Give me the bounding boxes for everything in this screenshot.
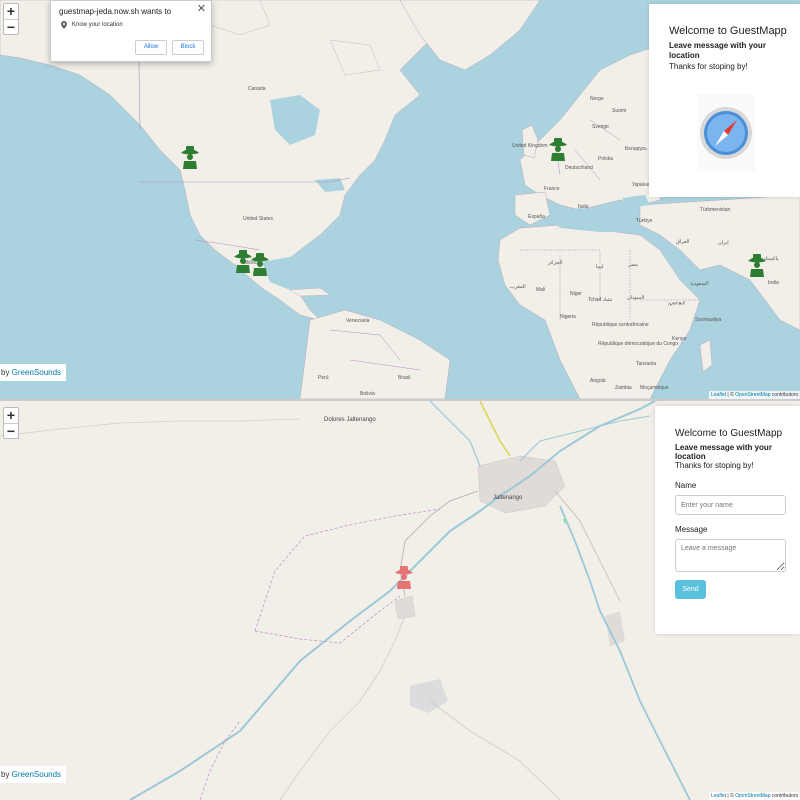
- welcome-card: Welcome to GuestMapp Leave message with …: [649, 4, 800, 197]
- name-input[interactable]: [675, 495, 786, 515]
- map-attribution: Leaflet | © OpenStreetMap contributors: [709, 792, 800, 800]
- name-label: Name: [675, 481, 697, 490]
- message-label: Message: [675, 525, 708, 534]
- credit-prefix: by: [1, 368, 12, 377]
- current-location-marker-icon[interactable]: [395, 566, 413, 589]
- zoom-in-button[interactable]: +: [4, 408, 18, 423]
- send-button[interactable]: Send: [675, 580, 706, 599]
- osm-link[interactable]: OpenStreetMap: [735, 793, 770, 799]
- welcome-subtitle: Leave message with your location: [669, 41, 766, 60]
- bottom-zoom-control: + −: [3, 407, 19, 439]
- zoom-out-button[interactable]: −: [4, 423, 18, 438]
- attribution-separator: | ©: [726, 793, 736, 799]
- attribution-suffix: contributors: [770, 793, 798, 799]
- guest-marker-icon[interactable]: [251, 253, 269, 276]
- leaflet-link[interactable]: Leaflet: [711, 793, 726, 799]
- welcome-thanks: Thanks for stoping by!: [675, 461, 754, 470]
- credit-box: by GreenSounds: [0, 364, 67, 381]
- close-icon[interactable]: ✕: [197, 2, 206, 15]
- leaflet-link[interactable]: Leaflet: [711, 392, 726, 398]
- greensounds-link[interactable]: GreenSounds: [12, 368, 61, 377]
- welcome-thanks: Thanks for stoping by!: [669, 62, 748, 71]
- map-attribution: Leaflet | © OpenStreetMap contributors: [709, 391, 800, 399]
- safari-compass-icon: [697, 94, 755, 172]
- message-textarea[interactable]: [675, 539, 786, 572]
- welcome-subtitle: Leave message with your location: [675, 443, 772, 461]
- local-map[interactable]: Dolores Jaltenango Jaltenango + − Welcom…: [0, 401, 800, 800]
- guest-marker-icon[interactable]: [234, 250, 252, 273]
- welcome-title: Welcome to GuestMapp: [675, 428, 783, 439]
- zoom-out-button[interactable]: −: [4, 19, 18, 34]
- osm-link[interactable]: OpenStreetMap: [735, 392, 770, 398]
- guestbook-form-card: Welcome to GuestMapp Leave message with …: [655, 406, 800, 634]
- attribution-separator: | ©: [726, 392, 736, 398]
- prompt-permission-text: Know your location: [72, 22, 123, 28]
- greensounds-link[interactable]: GreenSounds: [12, 770, 61, 779]
- allow-button[interactable]: Allow: [135, 40, 167, 55]
- location-pin-icon: [61, 21, 67, 29]
- guest-marker-icon[interactable]: [549, 138, 567, 161]
- top-zoom-control: + −: [3, 3, 19, 35]
- block-button[interactable]: Block: [172, 40, 204, 55]
- guest-marker-icon[interactable]: [748, 254, 766, 277]
- credit-box: by GreenSounds: [0, 766, 67, 783]
- prompt-permission-row: Know your location: [61, 21, 123, 29]
- world-map[interactable]: Canada United States México Venezuela Pe…: [0, 0, 800, 399]
- location-permission-prompt: guestmap-jeda.now.sh wants to ✕ Know you…: [50, 0, 212, 62]
- zoom-in-button[interactable]: +: [4, 4, 18, 19]
- prompt-title: guestmap-jeda.now.sh wants to: [59, 7, 172, 16]
- credit-prefix: by: [1, 770, 12, 779]
- guest-marker-icon[interactable]: [181, 146, 199, 169]
- welcome-title: Welcome to GuestMapp: [669, 25, 787, 37]
- attribution-suffix: contributors: [770, 392, 798, 398]
